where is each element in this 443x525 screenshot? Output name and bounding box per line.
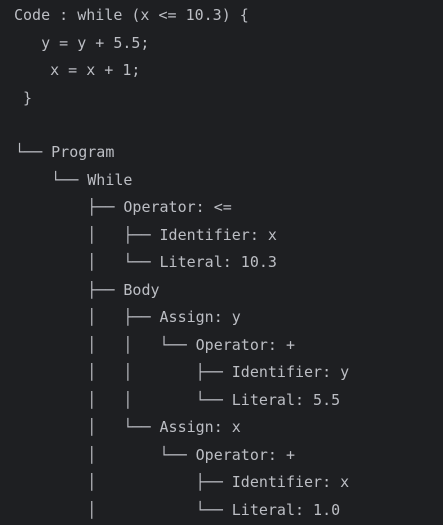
tree-node-operator-plus-1: │ │ └── Operator: + <box>6 336 295 354</box>
tree-node-assign-x: │ └── Assign: x <box>6 418 241 436</box>
code-line-4: } <box>14 89 33 107</box>
tree-node-operator-le: ├── Operator: <= <box>6 198 232 216</box>
tree-node-assign-y: │ ├── Assign: y <box>6 308 241 326</box>
code-line-3: x = x + 1; <box>14 61 141 79</box>
tree-node-program: └── Program <box>6 143 115 161</box>
tree-node-while: └── While <box>6 171 133 189</box>
tree-node-literal-10-3: │ └── Literal: 10.3 <box>6 253 277 271</box>
tree-node-identifier-x: │ ├── Identifier: x <box>6 226 277 244</box>
console-output: Code : while (x <= 10.3) { y = y + 5.5; … <box>0 0 443 525</box>
tree-node-body: ├── Body <box>6 281 160 299</box>
tree-node-identifier-x-2: │ ├── Identifier: x <box>6 473 350 491</box>
tree-node-identifier-y: │ │ ├── Identifier: y <box>6 363 350 381</box>
tree-node-operator-plus-2: │ └── Operator: + <box>6 446 295 464</box>
code-line-1: Code : while (x <= 10.3) { <box>14 6 249 24</box>
code-line-2: y = y + 5.5; <box>14 34 150 52</box>
tree-node-literal-1-0: │ └── Literal: 1.0 <box>6 501 341 519</box>
tree-node-literal-5-5: │ │ └── Literal: 5.5 <box>6 391 341 409</box>
